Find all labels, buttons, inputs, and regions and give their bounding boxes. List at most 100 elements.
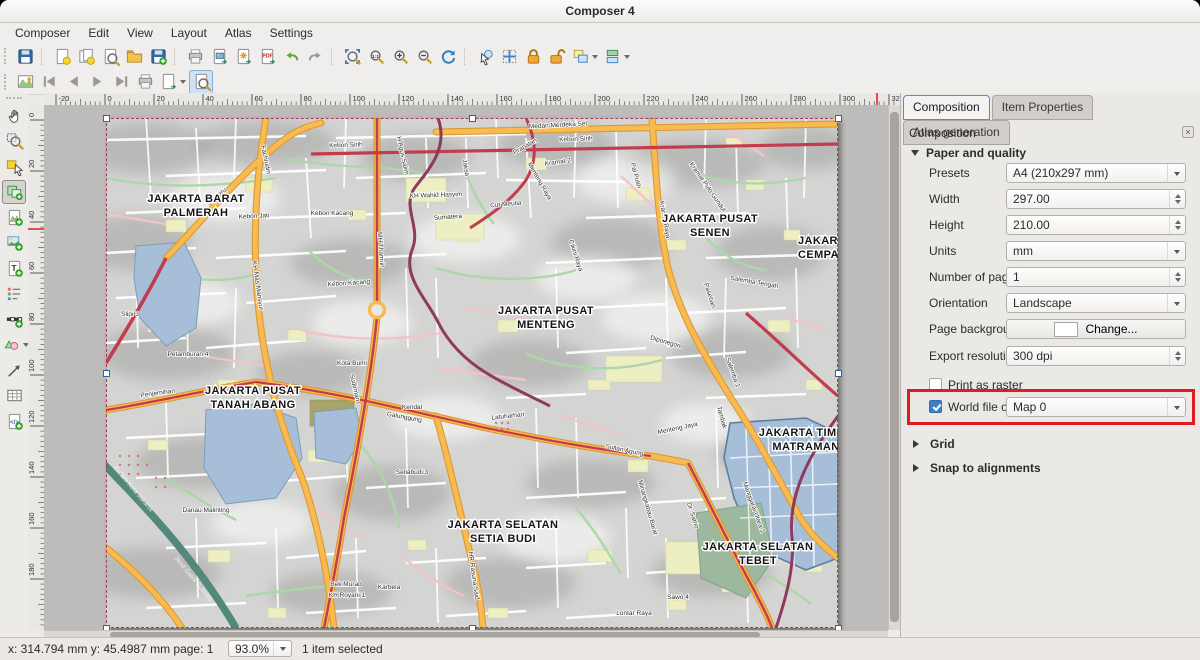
move-item-content-tool-button[interactable]: [2, 180, 26, 204]
section-grid[interactable]: Grid: [911, 437, 955, 451]
menu-layout[interactable]: Layout: [162, 24, 216, 42]
selection-handle[interactable]: [469, 625, 476, 631]
orientation-label: Orientation: [929, 296, 988, 310]
vertical-scrollbar-thumb[interactable]: [890, 112, 899, 622]
district-label: JAKARTA BARAT: [147, 193, 244, 205]
units-combo[interactable]: mm: [1006, 241, 1186, 261]
export-resolution-spinbox[interactable]: 300 dpi: [1006, 346, 1186, 366]
spin-arrows-icon[interactable]: [1169, 190, 1185, 208]
lock-selected-items-button[interactable]: [521, 44, 545, 68]
add-image-button[interactable]: [2, 231, 26, 255]
chevron-down-icon: [1167, 294, 1185, 312]
menu-edit[interactable]: Edit: [79, 24, 118, 42]
spin-arrows-icon[interactable]: [1169, 347, 1185, 365]
unlock-all-items-button[interactable]: [545, 44, 569, 68]
selection-handle[interactable]: [469, 115, 476, 122]
zoom-actual-size-button[interactable]: 1:1: [364, 44, 388, 68]
orientation-combo[interactable]: Landscape: [1006, 293, 1186, 313]
svg-text:220: 220: [647, 94, 660, 103]
selection-handle[interactable]: [835, 115, 842, 122]
section-snap-to-alignments[interactable]: Snap to alignments: [911, 461, 1041, 475]
refresh-view-button[interactable]: [436, 44, 460, 68]
selection-handle[interactable]: [835, 370, 842, 377]
select-move-item-tool-button[interactable]: [2, 154, 26, 178]
street-label: Kendal: [402, 404, 423, 411]
zoom-in-button[interactable]: [388, 44, 412, 68]
add-arrow-icon: [5, 361, 24, 380]
selection-handle[interactable]: [835, 625, 842, 631]
map-item[interactable]: Kebon SirihKebon SirihMedan Merdeka SelP…: [106, 118, 838, 628]
select-in-canvas-button[interactable]: [473, 44, 497, 68]
pan-in-canvas-button[interactable]: [497, 44, 521, 68]
street-label: Sawo 4: [667, 594, 689, 601]
number-of-pages-spinbox[interactable]: 1: [1006, 267, 1186, 287]
height-spinbox[interactable]: 210.00: [1006, 215, 1186, 235]
raise-items-button[interactable]: [601, 44, 633, 68]
duplicate-composer-button[interactable]: [74, 44, 98, 68]
atlas-last-feature-button[interactable]: [109, 70, 133, 94]
manage-composers-button[interactable]: [98, 44, 122, 68]
selection-status: 1 item selected: [302, 642, 383, 656]
load-from-template-button[interactable]: [122, 44, 146, 68]
save-as-template-button[interactable]: [146, 44, 170, 68]
tab-item-properties[interactable]: Item Properties: [992, 95, 1093, 120]
presets-label: Presets: [929, 166, 970, 180]
expand-arrow-icon: [913, 440, 923, 448]
undo-button[interactable]: [279, 44, 303, 68]
dropdown-arrow-icon: [622, 45, 631, 67]
zoom-out-button[interactable]: [412, 44, 436, 68]
menu-view[interactable]: View: [118, 24, 162, 42]
title-bar: Composer 4: [0, 0, 1200, 23]
menu-settings[interactable]: Settings: [261, 24, 322, 42]
new-composer-button[interactable]: [50, 44, 74, 68]
group-items-button[interactable]: [569, 44, 601, 68]
selection-handle[interactable]: [103, 625, 110, 631]
export-atlas-button[interactable]: [157, 70, 189, 94]
add-new-map-button[interactable]: [2, 205, 26, 229]
add-html-frame-button[interactable]: </>: [2, 409, 26, 433]
atlas-last-feature-icon: [112, 72, 131, 91]
zoom-tool-button[interactable]: [2, 129, 26, 153]
atlas-previous-feature-button[interactable]: [61, 70, 85, 94]
preview-atlas-button[interactable]: [189, 70, 213, 94]
print-atlas-button[interactable]: [133, 70, 157, 94]
redo-button[interactable]: [303, 44, 327, 68]
district-label: JAKARTA PUSAT: [498, 305, 594, 317]
main-toolbar: PDF 1:1: [0, 43, 1200, 69]
save-project-button[interactable]: [13, 44, 37, 68]
expand-arrow-icon: [913, 464, 923, 472]
page-background-change-button[interactable]: Change...: [1006, 319, 1186, 339]
menu-composer[interactable]: Composer: [6, 24, 79, 42]
atlas-first-feature-button[interactable]: [37, 70, 61, 94]
add-arrow-button[interactable]: [2, 358, 26, 382]
selection-handle[interactable]: [103, 115, 110, 122]
tab-composition[interactable]: Composition: [903, 95, 990, 120]
menu-atlas[interactable]: Atlas: [216, 24, 261, 42]
raise-items-icon: [603, 47, 622, 66]
add-attribute-table-button[interactable]: [2, 384, 26, 408]
zoom-level-combo[interactable]: 93.0%: [228, 640, 292, 657]
group-items-icon: [571, 47, 590, 66]
panel-close-button[interactable]: ×: [1182, 126, 1194, 138]
print-button[interactable]: [183, 44, 207, 68]
export-as-pdf-button[interactable]: PDF: [255, 44, 279, 68]
zoom-full-button[interactable]: [340, 44, 364, 68]
selection-handle[interactable]: [103, 370, 110, 377]
undo-icon: [282, 47, 301, 66]
spin-arrows-icon[interactable]: [1169, 216, 1185, 234]
export-as-image-button[interactable]: [207, 44, 231, 68]
add-new-legend-button[interactable]: [2, 282, 26, 306]
spin-arrows-icon[interactable]: [1169, 268, 1185, 286]
add-new-label-button[interactable]: T: [2, 256, 26, 280]
add-new-scalebar-button[interactable]: [2, 307, 26, 331]
pan-tool-button[interactable]: [2, 103, 26, 127]
composition-panel: CompositionItem PropertiesAtlas generati…: [900, 93, 1200, 638]
street-label: Bek Murad: [330, 581, 362, 588]
presets-combo[interactable]: A4 (210x297 mm): [1006, 163, 1186, 183]
atlas-next-feature-button[interactable]: [85, 70, 109, 94]
atlas-settings-button[interactable]: [13, 70, 37, 94]
width-spinbox[interactable]: 297.00: [1006, 189, 1186, 209]
composition-canvas[interactable]: Kebon SirihKebon SirihMedan Merdeka SelP…: [44, 105, 888, 630]
section-paper-and-quality[interactable]: Paper and quality: [911, 146, 1026, 160]
export-as-svg-button[interactable]: [231, 44, 255, 68]
